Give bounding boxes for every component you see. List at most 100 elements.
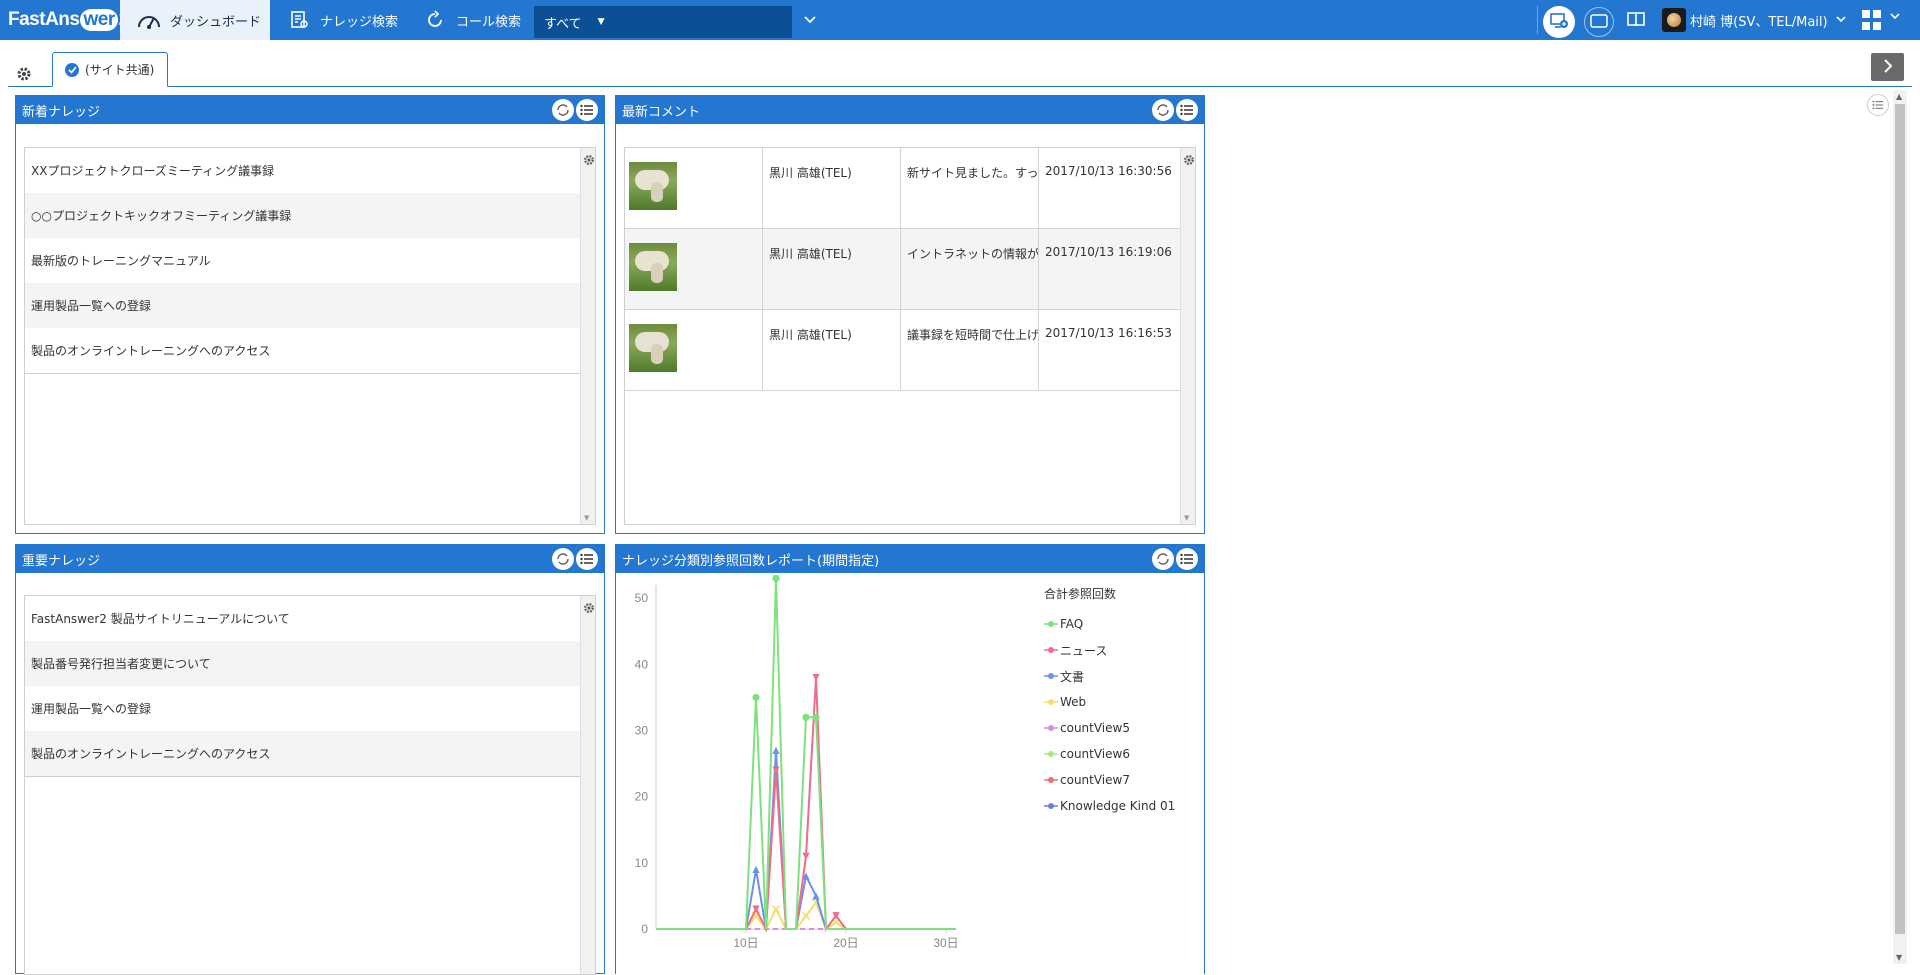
sheep-photo (629, 162, 677, 210)
fastanswer-logo[interactable]: FastAnswer2 (8, 6, 129, 34)
gear-icon[interactable] (583, 154, 595, 169)
legend-item[interactable]: countView7 (1044, 767, 1204, 793)
scrollbar[interactable] (580, 596, 595, 974)
scroll-down-icon[interactable]: ▼ (1896, 953, 1902, 962)
legend-item[interactable]: FAQ (1044, 611, 1204, 637)
legend-label: countView5 (1060, 721, 1130, 735)
legend-marker-icon (1044, 673, 1058, 679)
user-name: 村崎 博(SV、TEL/Mail) (1690, 14, 1828, 30)
list-icon (580, 553, 593, 565)
apps-grid-icon[interactable] (1862, 10, 1882, 30)
tab-site-common[interactable]: (サイト共通) (52, 52, 168, 87)
tab-label: (サイト共通) (85, 63, 155, 77)
data-point (812, 713, 820, 721)
chevron-down-icon[interactable] (800, 10, 820, 30)
comment-time: 2017/10/13 16:16:53 (1045, 326, 1172, 340)
table-row[interactable]: 黒川 高雄(TEL) イントラネットの情報が、見やすく 2017/10/13 1… (625, 229, 1180, 310)
list-menu-button[interactable] (576, 99, 598, 121)
important-knowledge-panel: 重要ナレッジ FastAnswer2 製品サイトリニューアルについて 製品番号発… (15, 544, 605, 975)
chevron-down-icon[interactable] (1890, 12, 1900, 23)
data-point (801, 911, 811, 920)
nav-knowledge-search[interactable]: ナレッジ検索 (284, 0, 414, 40)
page-scrollbar[interactable]: ▲ ▼ (1893, 90, 1907, 964)
scrollbar-thumb[interactable] (1895, 104, 1905, 934)
legend-item[interactable]: countView5 (1044, 715, 1204, 741)
list-item[interactable]: 製品のオンライントレーニングへのアクセス (25, 731, 580, 776)
y-tick-label: 20 (635, 790, 649, 804)
sheep-photo (629, 243, 677, 291)
refresh-button[interactable] (552, 548, 574, 570)
screen-toggle-button[interactable] (1584, 7, 1614, 37)
scrollbar[interactable]: ▼ (1180, 148, 1195, 524)
data-point (812, 674, 820, 682)
comment-text[interactable]: 新サイト見ました。すっきりしていい (901, 148, 1039, 229)
legend-marker-icon (1044, 725, 1058, 731)
list-item[interactable]: 製品番号発行担当者変更について (25, 641, 580, 686)
list-item[interactable]: 運用製品一覧への登録 (25, 283, 580, 328)
refresh-icon (1157, 553, 1169, 565)
legend-item[interactable]: Knowledge Kind 01 (1044, 793, 1204, 819)
y-tick-label: 50 (635, 591, 649, 605)
legend-item[interactable]: countView6 (1044, 741, 1204, 767)
list-menu-button[interactable] (576, 548, 598, 570)
legend-marker-icon (1044, 751, 1058, 757)
commenter-thumbnail (625, 148, 763, 229)
table-row[interactable]: 黒川 高雄(TEL) 議事録を短時間で仕上げていただき 2017/10/13 1… (625, 310, 1180, 391)
nav-call-search-label: コール検索 (456, 14, 522, 30)
gear-icon[interactable] (1183, 154, 1195, 169)
split-view-button[interactable] (1624, 10, 1648, 30)
legend-marker-icon (1044, 699, 1058, 705)
reference-count-chart: 0 10 20 30 40 50 10日 20日 30日 (635, 575, 959, 950)
table-row[interactable]: 黒川 高雄(TEL) 新サイト見ました。すっきりしていい 2017/10/13 … (625, 148, 1180, 229)
list-item[interactable]: 製品のオンライントレーニングへのアクセス (25, 328, 580, 373)
topbar-divider (1537, 6, 1538, 34)
panel-header: 重要ナレッジ (16, 545, 604, 573)
list-menu-button[interactable] (1176, 99, 1198, 121)
x-tick-label: 20日 (833, 936, 858, 950)
y-tick-label: 40 (635, 657, 649, 671)
legend-item[interactable]: Web (1044, 689, 1204, 715)
legend-label: Web (1060, 695, 1087, 709)
legend-item[interactable]: 文書 (1044, 663, 1204, 689)
y-tick-label: 30 (635, 724, 649, 738)
list-item[interactable]: XXプロジェクトクローズミーティング議事録 (25, 148, 580, 193)
user-menu[interactable]: 村崎 博(SV、TEL/Mail) (1662, 0, 1846, 40)
tab-strip-underline (8, 86, 1912, 87)
new-knowledge-list-area: XXプロジェクトクローズミーティング議事録 ○○プロジェクトキックオフミーティン… (24, 147, 596, 525)
legend-label: ニュース (1060, 643, 1108, 658)
commenter-thumbnail (625, 229, 763, 310)
scrollbar[interactable]: ▼ (580, 148, 595, 524)
list-item[interactable]: 運用製品一覧への登録 (25, 686, 580, 731)
legend-item[interactable]: ニュース (1044, 637, 1204, 663)
scope-select-value: すべて (544, 16, 582, 32)
list-item[interactable]: FastAnswer2 製品サイトリニューアルについて (25, 596, 580, 641)
gear-icon[interactable] (583, 602, 595, 617)
layout-list-button[interactable] (1867, 94, 1889, 116)
refresh-button[interactable] (552, 99, 574, 121)
list-item[interactable]: 最新版のトレーニングマニュアル (25, 238, 580, 283)
scope-select[interactable]: すべて ▼ (534, 6, 792, 38)
tab-strip (0, 40, 1920, 87)
refresh-button[interactable] (1152, 548, 1174, 570)
panel-title: 重要ナレッジ (22, 553, 101, 569)
avatar (1662, 8, 1686, 32)
scroll-up-icon[interactable]: ▲ (1896, 92, 1902, 101)
list-item[interactable]: ○○プロジェクトキックオフミーティング議事録 (25, 193, 580, 238)
panel-title: ナレッジ分類別参照回数レポート(期間指定) (622, 553, 880, 569)
legend-title: 合計参照回数 (1044, 587, 1117, 601)
nav-call-search[interactable]: コール検索 (420, 0, 530, 40)
comment-text[interactable]: 議事録を短時間で仕上げていただき (901, 310, 1039, 391)
scroll-down-icon[interactable]: ▼ (1184, 514, 1189, 522)
next-page-button[interactable] (1871, 53, 1904, 81)
list-menu-button[interactable] (1176, 548, 1198, 570)
comment-text[interactable]: イントラネットの情報が、見やすく (901, 229, 1039, 310)
nav-dashboard[interactable]: ダッシュボード (120, 0, 270, 40)
refresh-icon (557, 104, 569, 116)
refresh-button[interactable] (1152, 99, 1174, 121)
legend-label: 文書 (1060, 669, 1085, 684)
data-point (802, 852, 810, 860)
scroll-down-icon[interactable]: ▼ (584, 514, 589, 522)
gear-icon[interactable] (16, 66, 32, 82)
monitor-add-button[interactable] (1543, 6, 1575, 38)
chevron-down-icon (1836, 15, 1846, 26)
